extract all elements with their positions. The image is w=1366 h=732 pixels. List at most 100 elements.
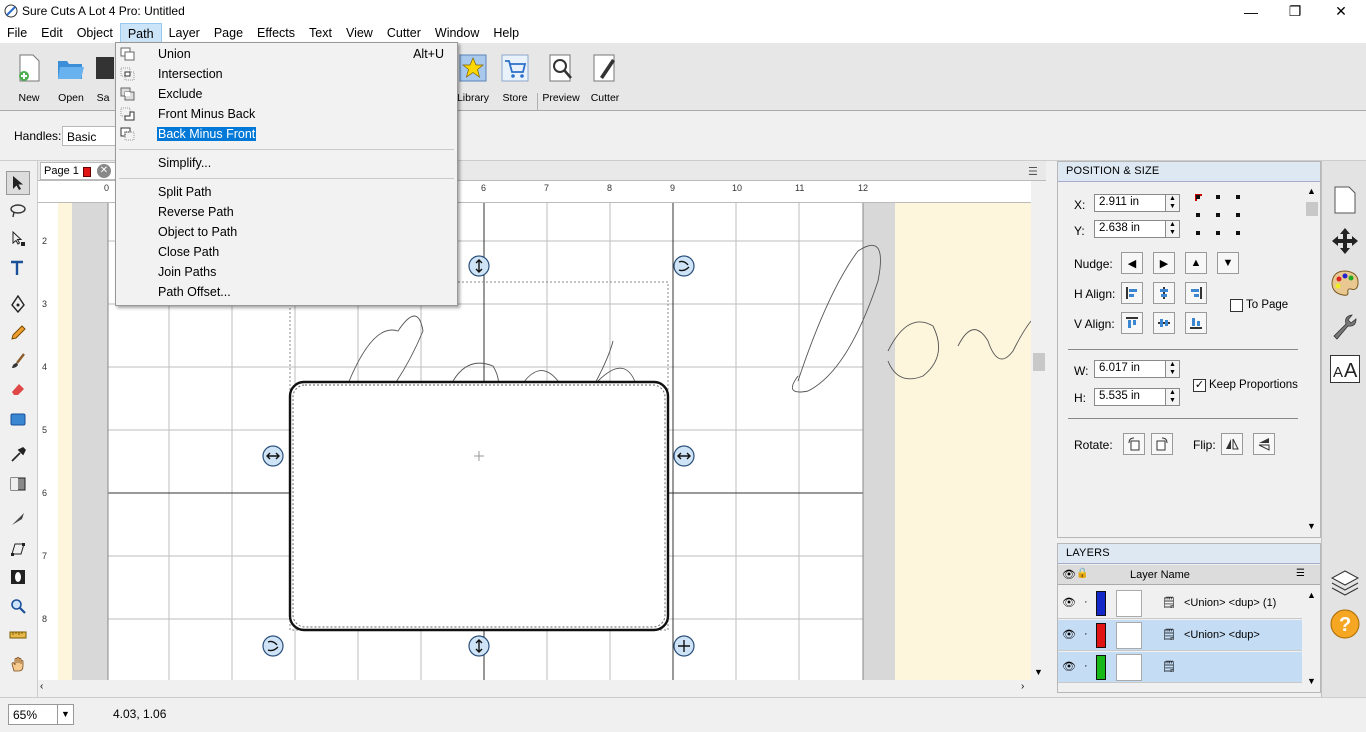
transform-tool[interactable] xyxy=(6,537,30,561)
menu-item-join-paths[interactable]: Join Paths xyxy=(116,262,457,282)
menu-item-split-path[interactable]: Split Path xyxy=(116,182,457,202)
height-field[interactable]: 5.535 in xyxy=(1094,388,1166,406)
menu-item-path-offset[interactable]: Path Offset... xyxy=(116,282,457,302)
panel-scrollbar[interactable]: ▲ ▼ xyxy=(1304,182,1320,537)
menu-cutter[interactable]: Cutter xyxy=(380,23,428,43)
layer-color-swatch[interactable] xyxy=(1096,591,1106,616)
layer-row[interactable]: 👁 · 🗒 <Union> <dup> (1) xyxy=(1058,588,1302,619)
new-button[interactable]: New xyxy=(8,51,50,107)
menu-item-front-minus-back[interactable]: Front Minus Back xyxy=(116,104,457,124)
gradient-tool[interactable] xyxy=(6,472,30,496)
handles-select[interactable]: Basic xyxy=(62,126,118,146)
pencil-tool[interactable] xyxy=(6,321,30,345)
x-field[interactable]: 2.911 in xyxy=(1094,194,1166,212)
canvas-vertical-scrollbar[interactable]: ▼ xyxy=(1031,181,1047,681)
scroll-up-icon[interactable]: ▲ xyxy=(1307,590,1316,600)
menu-item-object-to-path[interactable]: Object to Path xyxy=(116,222,457,242)
menu-view[interactable]: View xyxy=(339,23,380,43)
knife-tool[interactable] xyxy=(6,507,30,531)
align-left-button[interactable] xyxy=(1121,282,1143,304)
menu-path[interactable]: Path xyxy=(119,23,162,43)
layer-row[interactable]: 👁 · 🗒 <Union> <dup> xyxy=(1058,620,1302,651)
menu-item-close-path[interactable]: Close Path xyxy=(116,242,457,262)
text-tool[interactable] xyxy=(6,256,30,280)
menu-layer[interactable]: Layer xyxy=(162,23,207,43)
align-top-button[interactable] xyxy=(1121,312,1143,334)
pan-tool[interactable] xyxy=(6,652,30,676)
y-field[interactable]: 2.638 in xyxy=(1094,220,1166,238)
menu-effects[interactable]: Effects xyxy=(250,23,302,43)
scroll-up-icon[interactable]: ▲ xyxy=(1307,186,1316,196)
align-right-button[interactable] xyxy=(1185,282,1207,304)
align-bottom-button[interactable] xyxy=(1185,312,1207,334)
document-panel-button[interactable] xyxy=(1328,183,1362,217)
color-panel-button[interactable] xyxy=(1328,266,1362,300)
align-center-button[interactable] xyxy=(1153,282,1175,304)
help-button[interactable]: ? xyxy=(1328,607,1362,641)
menu-item-intersection[interactable]: Intersection xyxy=(116,64,457,84)
menu-window[interactable]: Window xyxy=(428,23,486,43)
zoom-tool[interactable] xyxy=(6,594,30,618)
scroll-left-icon[interactable]: ‹ xyxy=(40,681,43,692)
menu-item-back-minus-front[interactable]: Back Minus Front xyxy=(116,124,457,144)
visibility-eye-icon[interactable]: 👁 xyxy=(1062,596,1076,609)
position-panel-button[interactable] xyxy=(1328,224,1362,258)
select-tool[interactable] xyxy=(6,171,30,195)
scroll-down-icon[interactable]: ▼ xyxy=(1307,521,1316,531)
brush-tool[interactable] xyxy=(6,349,30,373)
save-button[interactable]: Sa xyxy=(92,51,114,107)
flip-vertical-button[interactable] xyxy=(1253,433,1275,455)
nudge-left-button[interactable]: ◀ xyxy=(1121,252,1143,274)
library-button[interactable]: Library xyxy=(452,51,494,107)
layer-row[interactable]: 👁 · 🗒 xyxy=(1058,652,1302,683)
shape-tool[interactable] xyxy=(6,408,30,432)
measure-tool[interactable] xyxy=(6,623,30,647)
visibility-eye-icon[interactable]: 👁 xyxy=(1062,660,1076,673)
preview-button[interactable]: Preview xyxy=(540,51,582,107)
minimize-button[interactable]: — xyxy=(1228,0,1274,23)
height-stepper[interactable]: ▲ ▼ xyxy=(1166,388,1180,406)
rotate-right-button[interactable] xyxy=(1151,433,1173,455)
text-panel-button[interactable]: AA xyxy=(1328,352,1362,386)
layers-scrollbar[interactable]: ▲ ▼ xyxy=(1304,588,1320,692)
nudge-up-button[interactable]: ▲ xyxy=(1185,252,1207,274)
lasso-tool[interactable] xyxy=(6,199,30,223)
close-window-button[interactable]: ✕ xyxy=(1318,0,1364,23)
menu-object[interactable]: Object xyxy=(70,23,120,43)
page-menu-icon[interactable]: ☰ xyxy=(1028,165,1038,178)
layers-panel-button[interactable] xyxy=(1328,566,1362,600)
open-button[interactable]: Open xyxy=(50,51,92,107)
eraser-tool[interactable] xyxy=(6,377,30,401)
layer-color-swatch[interactable] xyxy=(1096,655,1106,680)
lock-toggle[interactable]: · xyxy=(1084,596,1088,608)
flip-horizontal-button[interactable] xyxy=(1221,433,1243,455)
eyedropper-tool[interactable] xyxy=(6,443,30,467)
nudge-right-button[interactable]: ▶ xyxy=(1153,252,1175,274)
cutter-button[interactable]: Cutter xyxy=(584,51,626,107)
tools-panel-button[interactable] xyxy=(1328,309,1362,343)
x-stepper[interactable]: ▲ ▼ xyxy=(1166,194,1180,212)
scroll-down-icon[interactable]: ▼ xyxy=(1307,676,1316,686)
menu-edit[interactable]: Edit xyxy=(34,23,70,43)
keep-proportions-checkbox[interactable]: ✓ xyxy=(1193,379,1206,392)
visibility-eye-icon[interactable]: 👁 xyxy=(1062,628,1076,641)
menu-file[interactable]: File xyxy=(0,23,34,43)
menu-text[interactable]: Text xyxy=(302,23,339,43)
menu-item-reverse-path[interactable]: Reverse Path xyxy=(116,202,457,222)
width-stepper[interactable]: ▲ ▼ xyxy=(1166,360,1180,378)
align-middle-button[interactable] xyxy=(1153,312,1175,334)
layers-menu-icon[interactable]: ☰ xyxy=(1296,568,1305,579)
lock-toggle[interactable]: · xyxy=(1084,628,1088,640)
menu-item-simplify[interactable]: Simplify... xyxy=(116,153,457,173)
nudge-down-button[interactable]: ▼ xyxy=(1217,252,1239,274)
to-page-checkbox[interactable] xyxy=(1230,299,1243,312)
rotate-left-button[interactable] xyxy=(1123,433,1145,455)
vertical-scroll-thumb[interactable] xyxy=(1033,353,1045,371)
pen-tool[interactable] xyxy=(6,292,30,316)
y-stepper[interactable]: ▲ ▼ xyxy=(1166,220,1180,238)
node-edit-tool[interactable] xyxy=(6,227,30,251)
scroll-right-icon[interactable]: › xyxy=(1021,681,1024,692)
store-button[interactable]: Store xyxy=(494,51,536,107)
menu-page[interactable]: Page xyxy=(207,23,250,43)
lock-toggle[interactable]: · xyxy=(1084,660,1088,672)
